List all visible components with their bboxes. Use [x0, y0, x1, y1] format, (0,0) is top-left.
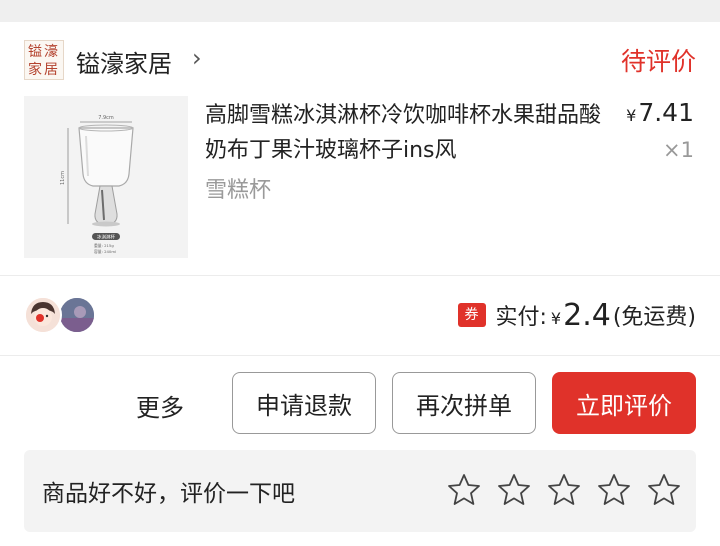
shop-logo: 镒濠 家居 — [24, 40, 64, 80]
star-icon[interactable] — [646, 472, 682, 508]
review-prompt[interactable]: 商品好不好，评价一下吧 — [24, 450, 696, 532]
coupon-badge: 券 — [457, 303, 486, 327]
payment-amount: 2.4 — [563, 297, 611, 333]
avatar — [24, 296, 62, 334]
more-button[interactable]: 更多 — [136, 388, 184, 423]
image-badge: 冰淇淋杯 — [97, 234, 115, 241]
star-rating[interactable] — [432, 472, 682, 508]
avatar-girl-icon — [26, 298, 60, 332]
price-symbol: ¥ — [626, 106, 637, 125]
star-icon[interactable] — [596, 472, 632, 508]
product-image[interactable]: 7.9cm 11cm 冰淇淋杯 重量: 215g 容量: 240ml — [24, 96, 188, 258]
product-price: ¥7.41 — [626, 98, 694, 127]
divider — [0, 275, 720, 276]
avatar — [58, 296, 96, 334]
image-capacity: 容量: 240ml — [94, 249, 116, 254]
group-avatars[interactable] — [24, 296, 104, 334]
order-card: 镒濠 家居 镒濠家居 › 待评价 7.9cm 11cm 冰淇淋杯 重量: 215g — [0, 22, 720, 546]
request-refund-button[interactable]: 申请退款 — [232, 372, 376, 434]
payment-summary: 券 实付: ¥ 2.4 (免运费) — [457, 296, 696, 334]
avatar-photo-icon — [60, 298, 94, 332]
product-quantity: ×1 — [663, 138, 694, 162]
order-status: 待评价 — [620, 47, 696, 76]
price-value: 7.41 — [638, 98, 694, 127]
star-icon[interactable] — [496, 472, 532, 508]
shipping-note: (免运费) — [612, 305, 696, 330]
shop-header[interactable]: 镒濠 家居 镒濠家居 › 待评价 — [24, 40, 696, 80]
star-icon[interactable] — [546, 472, 582, 508]
chevron-right-icon[interactable]: › — [192, 44, 202, 72]
shop-name[interactable]: 镒濠家居 — [76, 44, 172, 79]
payment-symbol: ¥ — [550, 308, 562, 328]
star-icon[interactable] — [446, 472, 482, 508]
dimension-height: 11cm — [60, 171, 66, 185]
dimension-width: 7.9cm — [98, 115, 114, 121]
review-now-button[interactable]: 立即评价 — [552, 372, 696, 434]
review-prompt-text: 商品好不好，评价一下吧 — [42, 481, 295, 507]
divider — [0, 355, 720, 356]
image-weight: 重量: 215g — [94, 243, 114, 248]
payment-label: 实付: — [495, 305, 547, 330]
reorder-button[interactable]: 再次拼单 — [392, 372, 536, 434]
product-title[interactable]: 高脚雪糕冰淇淋杯冷饮咖啡杯水果甜品酸奶布丁果汁玻璃杯子ins风 — [205, 98, 610, 168]
glass-cup-illustration: 7.9cm 11cm 冰淇淋杯 重量: 215g 容量: 240ml — [24, 96, 188, 258]
product-spec: 雪糕杯 — [205, 178, 272, 203]
